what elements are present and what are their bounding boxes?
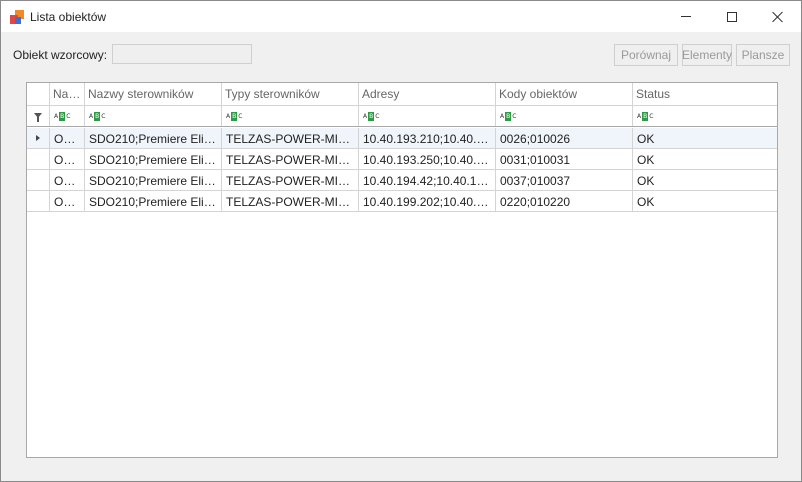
filter-icon [34,113,42,122]
cell-addresses[interactable]: 10.40.199.202;10.40.19... [359,191,496,211]
filter-cell-controller-types[interactable]: ABC [222,106,359,126]
cell-name[interactable]: OR... [50,128,85,148]
filter-cell-object-codes[interactable]: ABC [496,106,633,126]
row-indicator[interactable] [27,170,50,190]
cell-addresses[interactable]: 10.40.193.210;10.40.19... [359,128,496,148]
maximize-icon [727,11,737,22]
table-row[interactable]: OR... SDO210;Premiere Elite 24 TELZAS-PO… [27,128,777,149]
maximize-button[interactable] [709,1,755,32]
grid-header: Naz... Nazwy sterowników Typy sterownikó… [27,83,777,106]
cell-object-codes[interactable]: 0026;010026 [496,128,633,148]
close-icon [772,11,784,23]
column-header-status[interactable]: Status [633,83,777,105]
abc-text-filter-icon[interactable]: ABC [500,112,516,121]
title-bar[interactable]: Lista obiektów [1,1,801,32]
cell-status[interactable]: OK [633,149,777,169]
column-header-addresses[interactable]: Adresy [359,83,496,105]
cell-addresses[interactable]: 10.40.193.250;10.40.19... [359,149,496,169]
column-header-controller-names[interactable]: Nazwy sterowników [85,83,222,105]
close-button[interactable] [755,1,801,32]
cell-object-codes[interactable]: 0037;010037 [496,170,633,190]
app-icon [10,10,24,24]
column-header-object-codes[interactable]: Kody obiektów [496,83,633,105]
row-pointer-icon [36,135,40,141]
reference-object-input[interactable] [112,44,252,64]
table-row[interactable]: OR... SDO210;Premiere Elite 24 TELZAS-PO… [27,149,777,170]
cell-name[interactable]: OR... [50,149,85,169]
cell-controller-names[interactable]: SDO210;Premiere Elite 24 [85,170,222,190]
table-row[interactable]: OR... SDO210;Premiere Elite 24 TELZAS-PO… [27,191,777,212]
compare-button[interactable]: Porównaj [614,44,678,66]
abc-text-filter-icon[interactable]: ABC [226,112,242,121]
cell-name[interactable]: OR... [50,170,85,190]
header-indicator-cell [27,83,50,105]
cell-controller-names[interactable]: SDO210;Premiere Elite 24 [85,191,222,211]
abc-text-filter-icon[interactable]: ABC [637,112,653,121]
cell-status[interactable]: OK [633,170,777,190]
boards-button[interactable]: Plansze [736,44,790,66]
cell-addresses[interactable]: 10.40.194.42;10.40.194... [359,170,496,190]
cell-name[interactable]: OR... [50,191,85,211]
cell-status[interactable]: OK [633,128,777,148]
minimize-button[interactable] [663,1,709,32]
filter-indicator-cell[interactable] [27,106,50,126]
table-row[interactable]: OR... SDO210;Premiere Elite 24 TELZAS-PO… [27,170,777,191]
cell-controller-names[interactable]: SDO210;Premiere Elite 24 [85,149,222,169]
column-header-name[interactable]: Naz... [50,83,85,105]
elements-button[interactable]: Elementy [682,44,732,66]
window-title: Lista obiektów [30,10,107,24]
cell-controller-types[interactable]: TELZAS-POWER-MIBv2;... [222,149,359,169]
cell-controller-types[interactable]: TELZAS-POWER-MIBv2;... [222,128,359,148]
cell-controller-types[interactable]: TELZAS-POWER-MIBv2;... [222,191,359,211]
cell-object-codes[interactable]: 0031;010031 [496,149,633,169]
minimize-icon [681,16,691,17]
row-indicator[interactable] [27,191,50,211]
filter-cell-name[interactable]: ABC [50,106,85,126]
reference-object-label: Obiekt wzorcowy: [13,48,108,62]
cell-controller-names[interactable]: SDO210;Premiere Elite 24 [85,128,222,148]
column-header-controller-types[interactable]: Typy sterowników [222,83,359,105]
filter-cell-addresses[interactable]: ABC [359,106,496,126]
filter-cell-controller-names[interactable]: ABC [85,106,222,126]
row-indicator[interactable] [27,128,50,148]
cell-object-codes[interactable]: 0220;010220 [496,191,633,211]
objects-grid[interactable]: Naz... Nazwy sterowników Typy sterownikó… [26,82,778,458]
main-window: Lista obiektów Obiekt wzorcowy: Porównaj… [0,0,802,482]
row-indicator[interactable] [27,149,50,169]
cell-controller-types[interactable]: TELZAS-POWER-MIBv2;... [222,170,359,190]
abc-text-filter-icon[interactable]: ABC [363,112,379,121]
cell-status[interactable]: OK [633,191,777,211]
filter-cell-status[interactable]: ABC [633,106,777,126]
abc-text-filter-icon[interactable]: ABC [89,112,105,121]
filter-row: ABC ABC ABC ABC ABC ABC [27,106,777,127]
abc-text-filter-icon[interactable]: ABC [54,112,70,121]
